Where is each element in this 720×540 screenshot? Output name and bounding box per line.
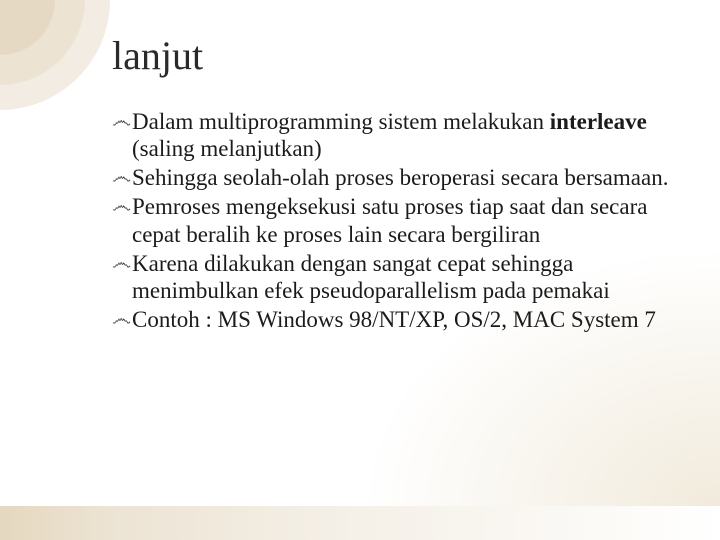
corner-ring-mid [0,0,85,85]
list-item-text: Contoh : MS Windows 98/NT/XP, OS/2, MAC … [132,306,672,333]
list-item: ෴ Sehingga seolah-olah proses beroperasi… [112,164,672,191]
bullet-icon: ෴ [112,108,132,134]
bullet-icon: ෴ [112,193,132,219]
list-item-text: Sehingga seolah-olah proses beroperasi s… [132,164,672,191]
bullet-icon: ෴ [112,250,132,276]
list-item-text-bold: interleave [550,109,647,134]
list-item-text-pre: Pemroses mengeksekusi satu proses tiap s… [132,194,647,246]
list-item-text: Dalam multiprogramming sistem melakukan … [132,108,672,162]
list-item-text: Pemroses mengeksekusi satu proses tiap s… [132,193,672,247]
list-item-text-pre: Karena dilakukan dengan sangat cepat seh… [132,251,610,303]
list-item: ෴ Dalam multiprogramming sistem melakuka… [112,108,672,162]
bullet-icon: ෴ [112,164,132,190]
slide: lanjut ෴ Dalam multiprogramming sistem m… [0,0,720,540]
slide-body: ෴ Dalam multiprogramming sistem melakuka… [112,108,672,335]
slide-title: lanjut [112,32,203,79]
list-item: ෴ Pemroses mengeksekusi satu proses tiap… [112,193,672,247]
list-item-text-pre: Contoh : MS Windows 98/NT/XP, OS/2, MAC … [132,307,656,332]
list-item-text-pre: Dalam multiprogramming sistem melakukan [132,109,550,134]
list-item-text-post: (saling melanjutkan) [132,136,322,161]
list-item-text-pre: Sehingga seolah-olah proses beroperasi s… [132,165,668,190]
bullet-icon: ෴ [112,306,132,332]
bottom-border-band [0,506,720,540]
list-item: ෴ Contoh : MS Windows 98/NT/XP, OS/2, MA… [112,306,672,333]
list-item-text: Karena dilakukan dengan sangat cepat seh… [132,250,672,304]
corner-ring-outer [0,0,110,110]
list-item: ෴ Karena dilakukan dengan sangat cepat s… [112,250,672,304]
corner-decoration [0,0,130,120]
corner-ring-inner [0,0,55,55]
